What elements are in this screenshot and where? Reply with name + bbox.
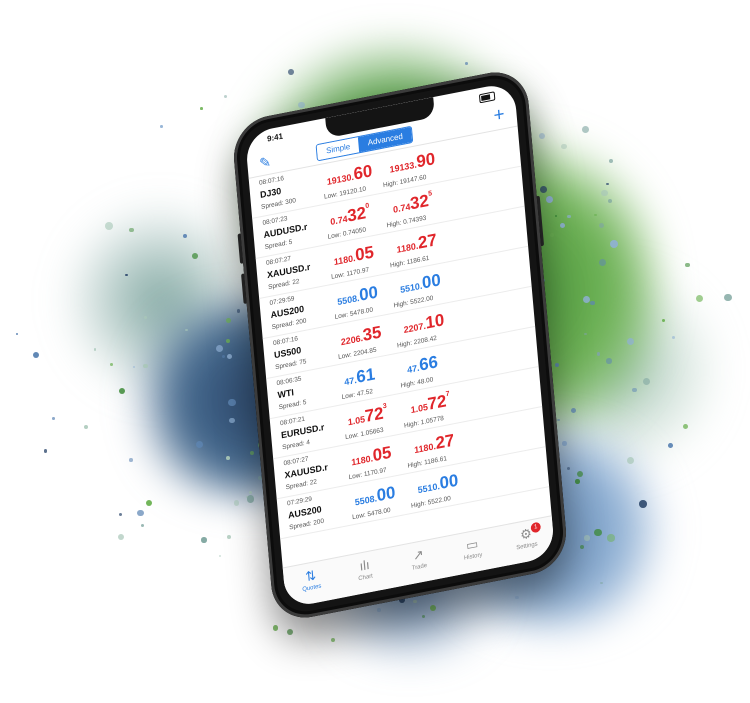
ask-price[interactable]: 5510.00 [417, 470, 459, 498]
ask-price-main: 47. [406, 362, 420, 376]
quote-spread: Spread: 5 [264, 238, 293, 252]
ask-price-main: 1180. [396, 240, 419, 255]
ask-price[interactable]: 1180.27 [413, 430, 455, 458]
quote-symbol: US500 [273, 344, 302, 361]
tab-label: Quotes [302, 583, 322, 594]
ask-price-big: 10 [424, 310, 445, 333]
bid-price-big: 05 [354, 242, 375, 265]
bid-price-big: 00 [358, 282, 379, 305]
bid-price-big: 32 [346, 203, 367, 226]
tab-label: Settings [516, 541, 538, 552]
tab-label: Chart [358, 573, 374, 583]
tab-history[interactable]: ▭ History [444, 527, 501, 578]
bid-price-big: 00 [375, 482, 397, 506]
bid-price-sup: 3 [382, 402, 388, 411]
app-screen: 9:41 ✎ Simple Advanced + 08:07:16 DJ30 Spr… [244, 81, 556, 609]
quote-spread: Spread: 4 [281, 438, 311, 452]
battery-icon [478, 91, 496, 104]
bid-price-main: 1180. [333, 252, 356, 268]
bid-price-main: 1180. [350, 453, 374, 468]
ask-price[interactable]: 5510.00 [399, 270, 442, 298]
bid-price-main: 0.74 [329, 213, 348, 228]
quote-spread: Spread: 5 [278, 398, 307, 412]
tab-label: Trade [411, 562, 428, 572]
ask-price-main: 5510. [417, 480, 441, 496]
ask-price-main: 1.05 [410, 401, 429, 416]
quote-spread: Spread: 200 [271, 317, 307, 332]
bid-price-big: 72 [364, 403, 385, 427]
ask-price-big: 66 [418, 352, 439, 375]
bid-price-main: 5508. [354, 493, 378, 508]
bid-price-main: 1.05 [347, 414, 366, 428]
quote-high: High: 5522.00 [410, 495, 452, 510]
quote-spread: Spread: 22 [267, 278, 300, 292]
quote-time: 08:06:35 [276, 375, 302, 388]
ask-price-big: 00 [421, 270, 442, 293]
ask-price-main: 19133. [389, 159, 418, 175]
ask-price-big: 90 [415, 148, 436, 172]
ask-price-main: 1180. [413, 441, 437, 456]
tab-settings[interactable]: ⚙ Settings 1 [498, 516, 555, 567]
ask-price[interactable]: 2207.10 [403, 310, 445, 338]
ask-price-big: 27 [434, 430, 456, 454]
bid-price-main: 19130. [326, 171, 355, 187]
ask-price[interactable]: 1.05727 [410, 390, 451, 418]
quote-spread: Spread: 75 [274, 358, 307, 372]
ask-price-main: 0.74 [392, 201, 411, 215]
tab-label: History [463, 552, 483, 562]
edit-pencil-icon[interactable]: ✎ [259, 153, 272, 172]
quote-list: 08:07:16 DJ30 Spread: 300 19130.60 19133.90 L… [248, 126, 550, 540]
tab-quotes[interactable]: ⇅ Quotes [283, 558, 340, 609]
ask-price-sup: 7 [445, 390, 450, 399]
ask-price-main: 2207. [403, 320, 427, 336]
ask-price[interactable]: 1180.27 [396, 230, 438, 258]
ask-price-big: 72 [426, 391, 448, 414]
ask-price-big: 00 [438, 470, 460, 494]
bid-price-main: 47. [343, 374, 358, 388]
bid-price-main: 2206. [340, 332, 364, 348]
bid-price[interactable]: 47.61 [343, 364, 376, 390]
ask-price[interactable]: 47.66 [406, 352, 439, 378]
bid-price-big: 05 [371, 442, 393, 466]
bid-price-big: 61 [355, 364, 376, 387]
ask-price[interactable]: 19133.90 [389, 149, 436, 178]
add-symbol-button[interactable]: + [493, 104, 506, 128]
quote-symbol: WTI [277, 387, 295, 401]
phone-mockup: 9:41 ✎ Simple Advanced + 08:07:16 DJ30 Spr… [230, 65, 570, 625]
quote-symbol: DJ30 [259, 185, 282, 200]
status-time: 9:41 [266, 131, 284, 144]
tab-chart[interactable]: ılı Chart [337, 548, 394, 599]
bid-price-sup: 0 [365, 202, 370, 211]
bid-price-big: 60 [352, 161, 374, 184]
tab-trade[interactable]: ↗ Trade [390, 537, 447, 588]
segment-simple[interactable]: Simple [316, 137, 360, 161]
ask-price-main: 5510. [399, 280, 423, 295]
quote-spread: Spread: 300 [260, 197, 297, 211]
bid-price-main: 5508. [336, 292, 360, 308]
quote-spread: Spread: 200 [288, 517, 325, 532]
ask-price-big: 32 [409, 190, 430, 214]
ask-price-sup: 5 [427, 190, 433, 198]
bid-price-big: 35 [361, 322, 383, 345]
quote-spread: Spread: 22 [285, 478, 318, 492]
ask-price[interactable]: 0.74325 [392, 190, 433, 218]
ask-price-big: 27 [417, 230, 438, 253]
